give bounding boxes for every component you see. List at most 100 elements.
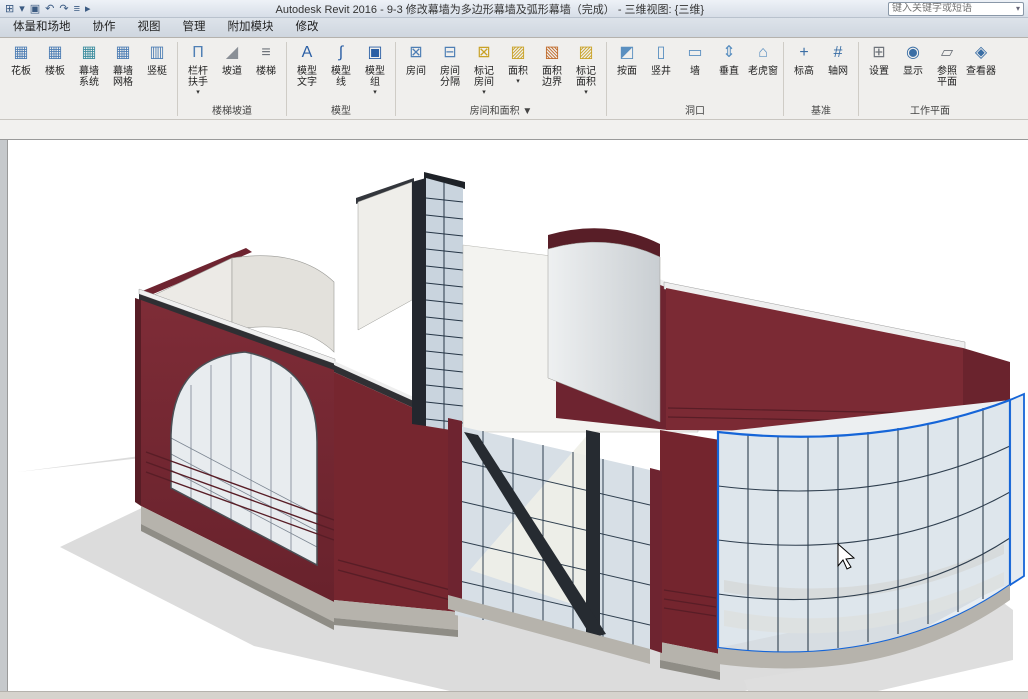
tool-ramp[interactable]: ◢坡道 [215,39,249,101]
tool-curtain-grid-label2: 网格 [113,77,133,88]
tool-level[interactable]: +标高 [787,39,821,101]
redo-icon[interactable]: ↷ [58,1,69,17]
tool-model-group[interactable]: ▣模型组▾ [358,39,392,101]
tool-wall-opening[interactable]: ▭墙 [678,39,712,101]
tool-room-tag-icon: ⊠ [477,42,490,66]
dropdown-arrow-icon: ▾ [516,78,520,85]
search-input[interactable] [892,3,1016,14]
tool-curtain-grid-icon: ▦ [115,42,130,66]
tab-4[interactable]: 附加模块 [217,16,285,37]
dropdown-arrow-icon: ▾ [584,89,588,96]
tool-stair[interactable]: ≡楼梯 [249,39,283,101]
tool-ceiling[interactable]: ▦花板 [4,39,38,101]
tool-mullion[interactable]: ▥竖梃 [140,39,174,101]
tool-curtain-system-label: 幕墙 [79,66,99,77]
tool-railing[interactable]: Π栏杆扶手▾ [181,39,215,101]
app-menu-icon[interactable]: ⊞ [4,1,15,17]
tool-curtain-system[interactable]: ▦幕墙系统 [72,39,106,101]
tool-floor[interactable]: ▦楼板 [38,39,72,101]
group-workplane-label: 工作平面 [862,104,998,119]
group-opening-label: 洞口 [610,104,780,119]
tool-area-tag[interactable]: ▨标记面积▾ [569,39,603,101]
tab-5[interactable]: 修改 [285,16,330,37]
tool-dormer-opening[interactable]: ⌂老虎窗 [746,39,780,101]
tool-level-icon: + [799,42,808,66]
save-icon[interactable]: ▣ [29,1,41,17]
tool-room-tag-label: 标记 [474,66,494,77]
tool-area-label: 面积 [508,66,528,77]
modify-arrow-icon[interactable]: ▸ [84,1,92,17]
group-room-area-label[interactable]: 房间和面积 ▼ [399,104,603,119]
group-datum: +标高#轴网基准 [784,39,858,119]
dropdown-arrow-icon: ▾ [482,89,486,96]
tool-grid[interactable]: #轴网 [821,39,855,101]
tab-1[interactable]: 协作 [82,16,127,37]
undo-icon[interactable]: ↶ [44,1,55,17]
tool-area-boundary-label: 面积 [542,66,562,77]
tool-curtain-system-label2: 系统 [79,77,99,88]
tool-viewer[interactable]: ◈查看器 [964,39,998,101]
revit-window: ⊞▾▣↶↷≡▸ Autodesk Revit 2016 - 9-3 修改幕墙为多… [0,0,1028,699]
tool-dormer-opening-label: 老虎窗 [748,66,778,77]
tool-model-text[interactable]: A模型文字 [290,39,324,101]
tool-area-tag-label2: 面积 [576,77,596,88]
tool-area[interactable]: ▨面积▾ [501,39,535,101]
model-curved-wall-tower[interactable] [548,228,670,430]
group-build: ▦花板▦楼板▦幕墙系统▦幕墙网格▥竖梃 [1,39,177,119]
tool-area-boundary[interactable]: ▧面积边界 [535,39,569,101]
viewport-canvas[interactable] [8,140,1028,691]
tab-2[interactable]: 视图 [127,16,172,37]
tool-ceiling-label: 花板 [11,66,31,77]
tool-workplane-set[interactable]: ⊞设置 [862,39,896,101]
tool-wall-opening-label: 墙 [690,66,700,77]
tool-room-separator-label2: 分隔 [440,77,460,88]
tool-shaft-opening[interactable]: ▯竖井 [644,39,678,101]
search-dropdown-icon[interactable]: ▾ [1016,4,1020,13]
print-icon[interactable]: ≡ [73,1,81,17]
tool-opening-by-face-label: 按面 [617,66,637,77]
group-workplane: ⊞设置◉显示▱参照平面◈查看器工作平面 [859,39,1001,119]
ribbon-tabs: 体量和场地协作视图管理附加模块修改 [0,18,1028,38]
tab-3[interactable]: 管理 [172,16,217,37]
tool-room[interactable]: ⊠房间 [399,39,433,101]
viewport-row [0,140,1028,691]
group-circulation-label: 楼梯坡道 [181,104,283,119]
tool-workplane-show[interactable]: ◉显示 [896,39,930,101]
tool-area-boundary-label2: 边界 [542,77,562,88]
group-model: A模型文字∫模型线▣模型组▾模型 [287,39,395,119]
tool-viewer-icon: ◈ [975,42,987,66]
tool-model-group-label: 模型 [365,66,385,77]
tool-model-text-icon: A [302,42,313,66]
tool-area-tag-icon: ▨ [578,42,593,66]
tool-grid-icon: # [834,42,843,66]
tool-room-icon: ⊠ [409,42,422,66]
qat-dropdown-icon[interactable]: ▾ [18,1,26,17]
tool-ref-plane[interactable]: ▱参照平面 [930,39,964,101]
dropdown-arrow-icon: ▾ [196,89,200,96]
tool-workplane-show-label: 显示 [903,66,923,77]
tool-opening-by-face-icon: ◩ [619,42,634,66]
tool-viewer-label: 查看器 [966,66,996,77]
tool-ramp-icon: ◢ [226,42,238,66]
tool-room-tag[interactable]: ⊠标记房间▾ [467,39,501,101]
tool-vertical-opening[interactable]: ⇕垂直 [712,39,746,101]
model-front-pier[interactable] [660,430,720,680]
tool-curtain-grid[interactable]: ▦幕墙网格 [106,39,140,101]
tool-model-line[interactable]: ∫模型线 [324,39,358,101]
tool-room-separator-icon: ⊟ [443,42,456,66]
tool-model-text-label: 模型 [297,66,317,77]
group-build-label [4,104,174,119]
tool-model-group-label2: 组 [370,77,380,88]
tool-floor-label: 楼板 [45,66,65,77]
search-box[interactable]: ▾ [888,2,1024,16]
tool-room-separator[interactable]: ⊟房间分隔 [433,39,467,101]
tool-opening-by-face[interactable]: ◩按面 [610,39,644,101]
tab-0[interactable]: 体量和场地 [2,16,82,37]
tool-stair-icon: ≡ [261,42,270,66]
tool-shaft-opening-icon: ▯ [657,42,666,66]
tool-model-line-label: 模型 [331,66,351,77]
tool-model-group-icon: ▣ [367,42,382,66]
tool-ref-plane-label2: 平面 [937,77,957,88]
drawing-area[interactable] [8,140,1028,691]
tool-model-text-label2: 文字 [297,77,317,88]
